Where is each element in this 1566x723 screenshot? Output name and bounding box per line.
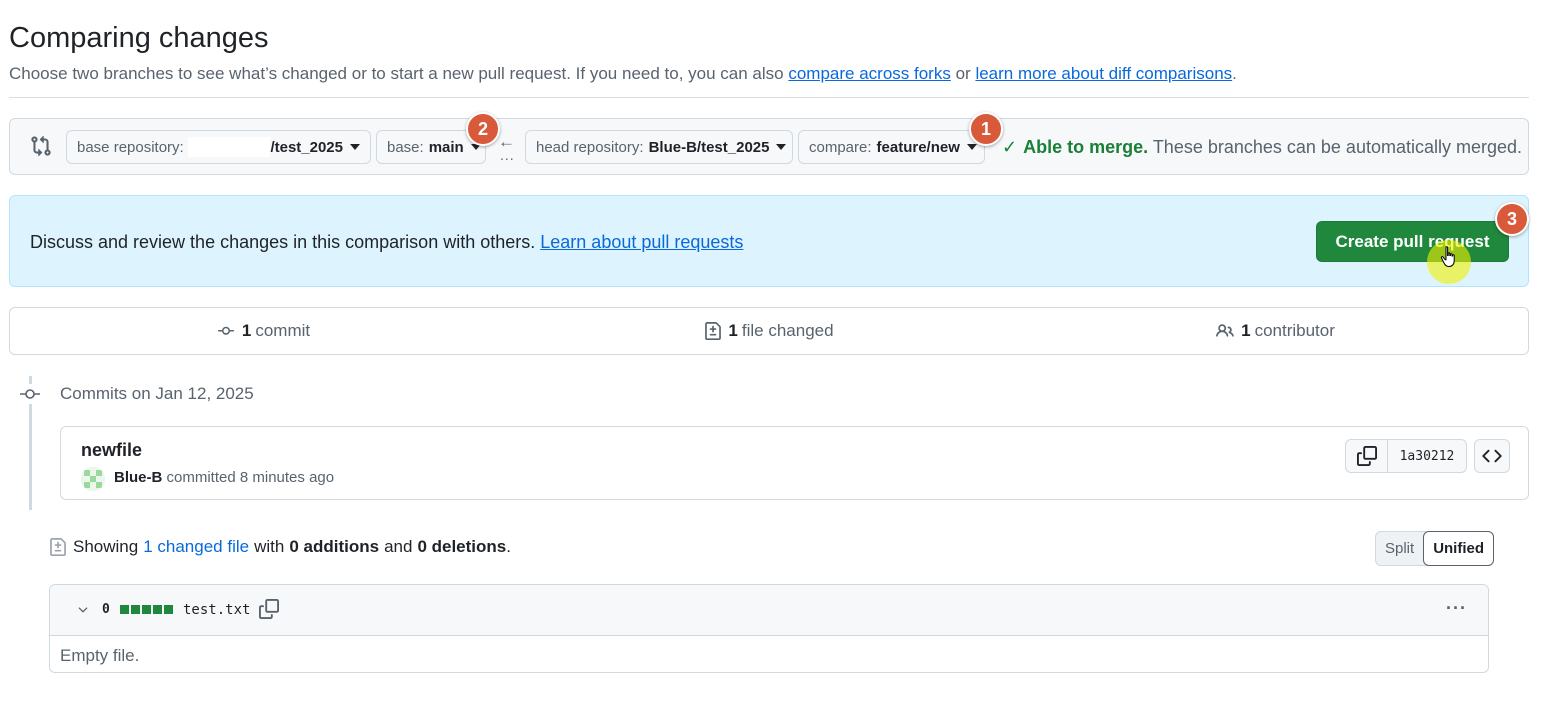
file-change-count: 0 [102,602,110,617]
caret-down-icon [776,144,787,150]
commit-list-item: newfile Blue-B committed 8 minutes ago 1… [60,426,1529,500]
copy-icon [1356,446,1377,466]
blankslate-text: Discuss and review the changes in this c… [30,232,743,253]
step-badge-1: 1 [969,112,1003,146]
code-icon [1482,449,1502,463]
diff-view-toggle: Split Unified [1375,531,1495,566]
commit-sha-group: 1a30212 [1345,439,1467,473]
commit-author-link[interactable]: Blue-B [114,469,162,486]
kebab-menu-icon[interactable]: ··· [1446,598,1467,619]
file-name-link[interactable]: test.txt [183,602,250,618]
people-icon [1216,324,1234,337]
diffstat-block [164,605,173,614]
merge-status-note: These branches can be automatically merg… [1152,137,1523,157]
diff-summary: Showing 1 changed file with 0 additions … [49,537,511,557]
showing-label: Showing [73,537,139,556]
compare-blankslate: Discuss and review the changes in this c… [9,195,1529,287]
base-repository-label: base repository: [77,138,184,156]
subtitle-text: Choose two branches to see what’s change… [9,64,784,83]
base-repository-select[interactable]: base repository: /test_2025 [66,130,371,164]
commit-sha-link[interactable]: 1a30212 [1388,440,1466,472]
copy-sha-button[interactable] [1346,440,1388,472]
learn-diff-comparisons-link[interactable]: learn more about diff comparisons [975,64,1232,83]
git-commit-icon [19,384,41,404]
commit-title-link[interactable]: newfile [81,440,142,461]
identicon-icon [81,467,105,491]
chevron-down-icon[interactable] [76,603,90,617]
additions-count: 0 additions [289,537,380,556]
page-subtitle: Choose two branches to see what’s change… [9,64,1237,84]
diffstat-block [153,605,162,614]
base-branch-value: main [428,138,464,156]
compare-across-forks-link[interactable]: compare across forks [788,64,951,83]
contributors-label: contributor [1254,321,1335,340]
commits-date-heading: Commits on Jan 12, 2025 [60,384,254,403]
file-diff: 0 test.txt ··· Empty file. [49,584,1489,673]
compare-branch-select[interactable]: compare: feature/new [798,130,985,164]
diffstat-block [120,605,129,614]
commit-time: committed 8 minutes ago [166,469,335,486]
diffstat-block [131,605,140,614]
head-repository-select[interactable]: head repository: Blue-B/test_2025 [525,130,793,164]
changed-files-link[interactable]: 1 changed file [143,537,249,557]
caret-down-icon [350,144,360,150]
files-count: 1 [728,321,738,340]
base-repository-value: /test_2025 [270,138,343,156]
contributors-count: 1 [1241,321,1251,340]
unified-view-button[interactable]: Unified [1423,531,1495,566]
summary-commits[interactable]: 1 commit [10,308,516,354]
hand-cursor-icon [1440,246,1455,267]
file-diff-icon [50,538,66,556]
copy-icon[interactable] [259,599,279,619]
diffstat-block [142,605,151,614]
browse-repo-button[interactable] [1474,439,1510,473]
range-dots: ... [500,147,515,163]
summary-files[interactable]: 1 file changed [516,308,1022,354]
step-badge-3: 3 [1495,202,1529,236]
learn-pull-requests-link[interactable]: Learn about pull requests [540,232,743,252]
summary-contributors[interactable]: 1 contributor [1022,308,1528,354]
subtitle-or: or [955,64,971,83]
blankslate-description: Discuss and review the changes in this c… [30,232,536,252]
avatar[interactable] [81,467,105,491]
compare-branch-label: compare: [809,138,872,156]
and-label: and [384,537,413,556]
step-badge-2: 2 [466,112,500,146]
file-diff-icon [705,322,722,340]
check-icon: ✓ [1002,137,1018,157]
deletions-count: 0 deletions [417,537,507,556]
with-label: with [254,537,285,556]
page-title: Comparing changes [9,22,269,54]
range-editor: base repository: /test_2025 base: main ←… [9,118,1529,175]
subtitle-end: . [1232,64,1237,83]
diffstat [120,605,173,614]
commit-meta: Blue-B committed 8 minutes ago [114,469,334,486]
create-pull-request-button[interactable]: Create pull request [1316,221,1509,262]
file-header: 0 test.txt ··· [50,585,1488,636]
file-body: Empty file. [60,646,140,665]
caret-down-icon [966,144,977,150]
header-divider [9,97,1529,98]
head-repository-value: Blue-B/test_2025 [648,138,770,156]
head-repository-label: head repository: [536,138,644,156]
base-branch-label: base: [387,138,424,156]
period: . [506,537,511,556]
redacted-owner [187,137,271,157]
compare-branch-value: feature/new [876,138,960,156]
split-view-button[interactable]: Split [1376,532,1423,565]
git-compare-icon [31,135,51,157]
comparison-summary: 1 commit 1 file changed 1 contributor [9,307,1529,355]
git-commit-icon [217,326,234,335]
merge-status-ok: Able to merge. [1023,137,1149,157]
commits-count: 1 [241,321,252,340]
commits-label: commit [255,321,311,340]
merge-status: ✓ Able to merge. These branches can be au… [1002,137,1522,158]
files-label: file changed [741,321,834,340]
